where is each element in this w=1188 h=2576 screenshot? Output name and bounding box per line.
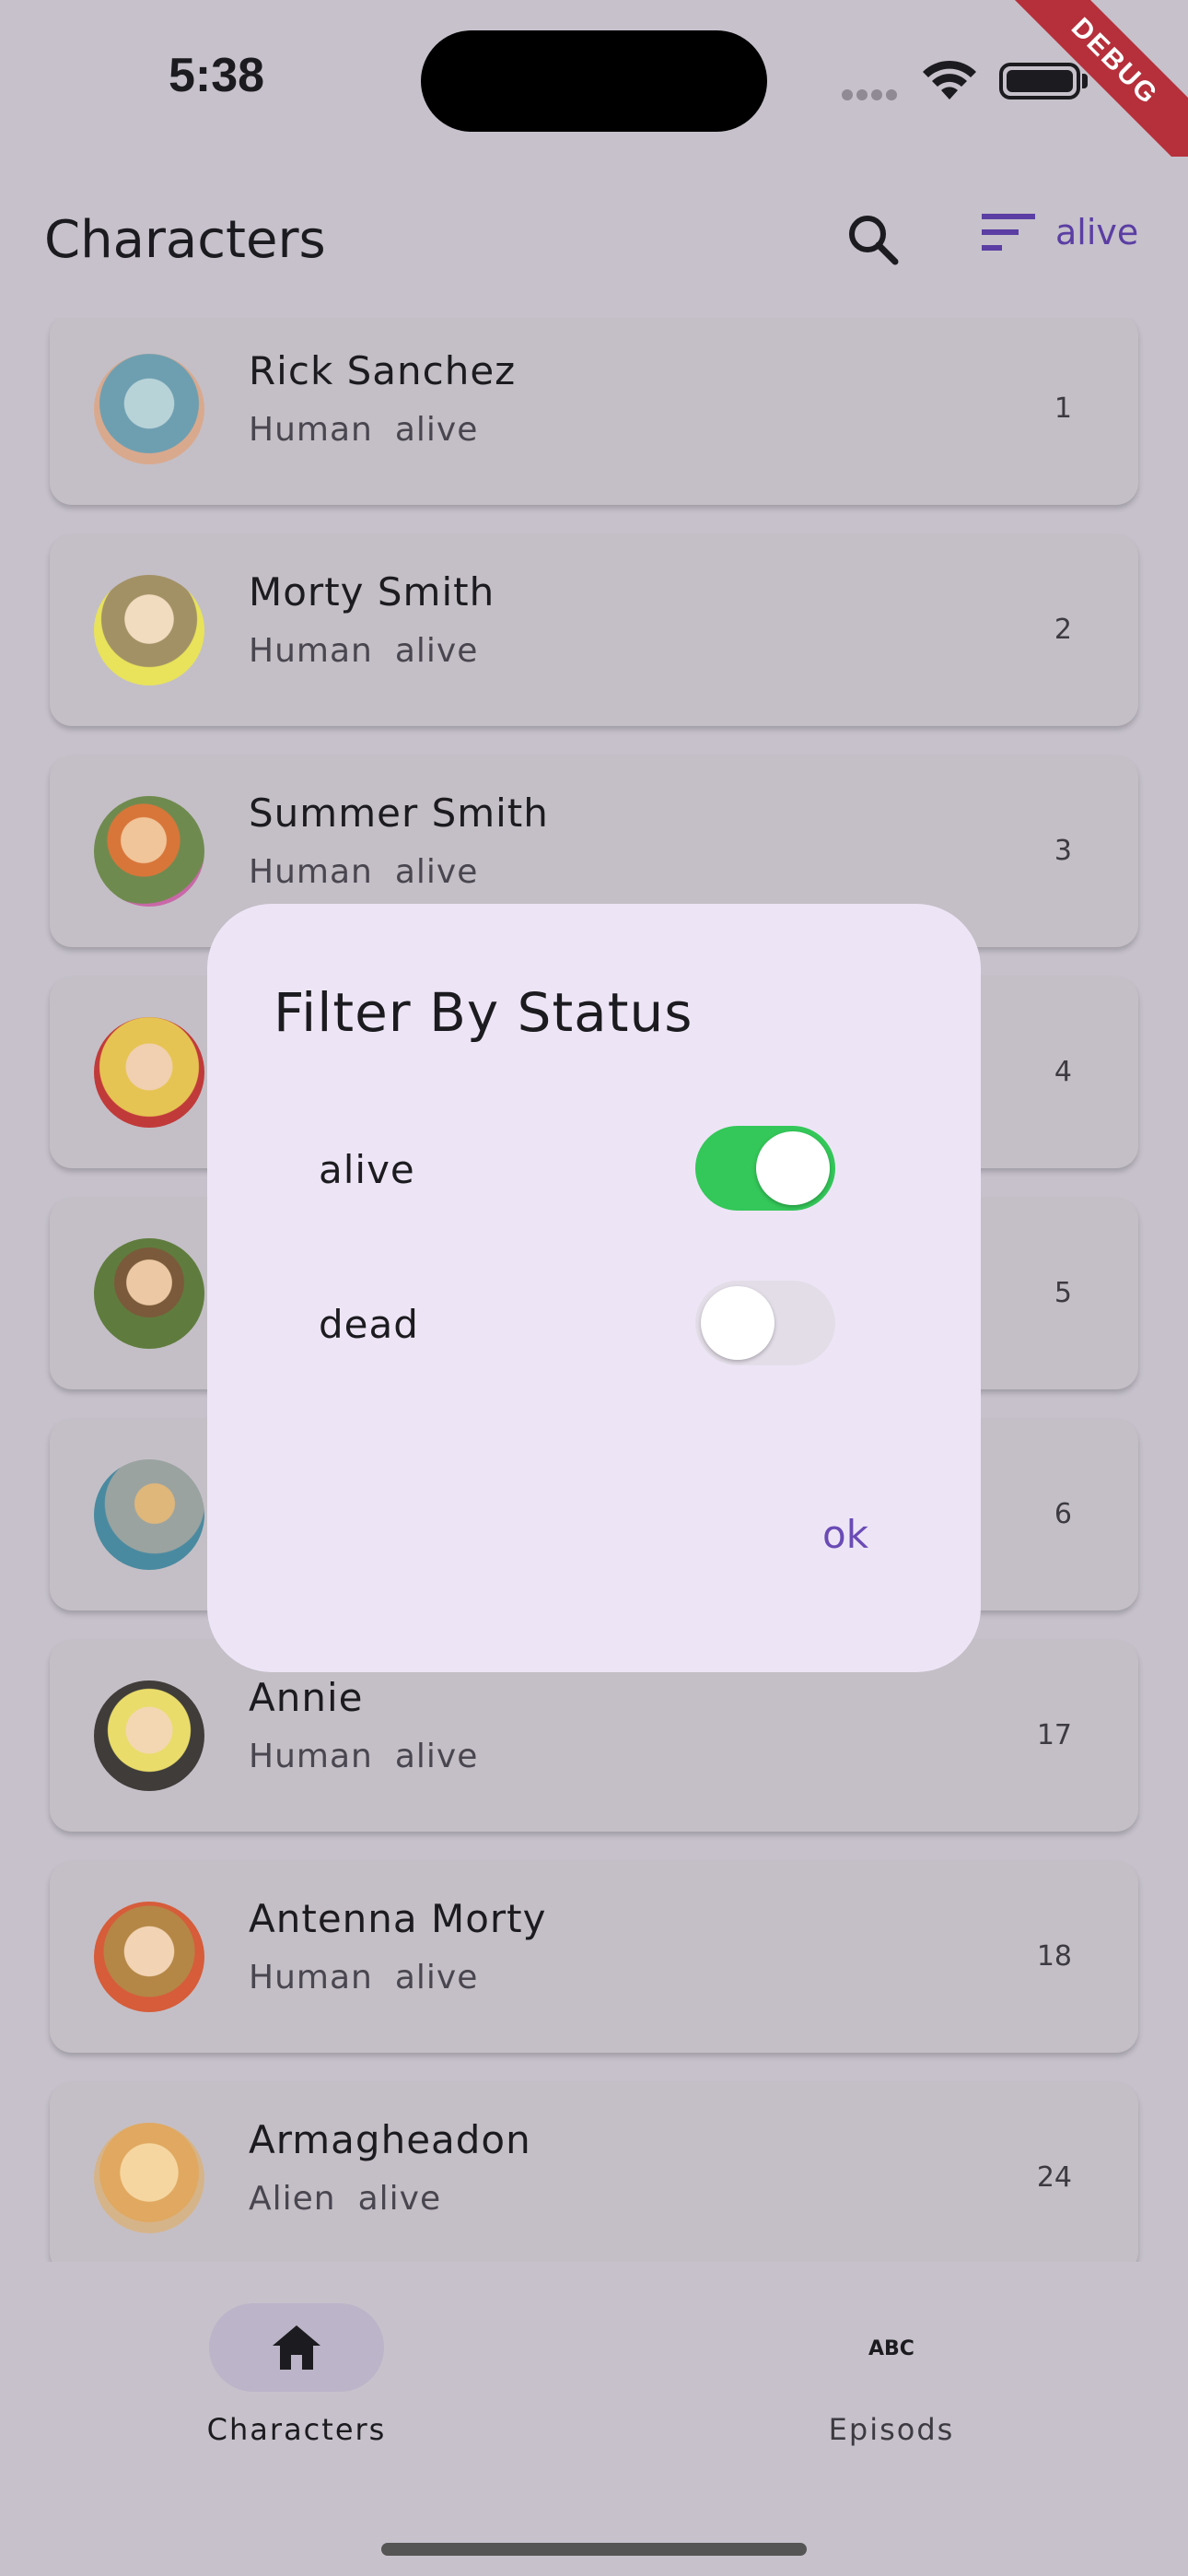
avatar xyxy=(94,2123,204,2233)
nav-label: Episods xyxy=(828,2412,955,2447)
dead-option-label: dead xyxy=(319,1302,419,1347)
character-id: 3 xyxy=(1054,835,1072,867)
character-id: 4 xyxy=(1054,1056,1072,1088)
character-id: 24 xyxy=(1036,2161,1072,2194)
character-card[interactable]: Rick Sanchez Human alive 1 xyxy=(50,318,1138,505)
dialog-title: Filter By Status xyxy=(274,981,693,1044)
search-icon xyxy=(849,216,899,265)
character-name: Summer Smith xyxy=(249,790,549,836)
character-card[interactable]: Armagheadon Alien alive 24 xyxy=(50,2082,1138,2262)
character-species: Human xyxy=(249,853,373,891)
dynamic-island xyxy=(421,30,767,132)
character-status: alive xyxy=(394,853,479,891)
character-meta: Alien alive xyxy=(249,2180,441,2218)
character-status: alive xyxy=(357,2180,442,2218)
character-meta: Human alive xyxy=(249,411,478,449)
bottom-navigation: Characters ABC Episods xyxy=(0,2262,1188,2576)
nav-label: Characters xyxy=(206,2412,387,2447)
page-title: Characters xyxy=(44,210,326,270)
avatar xyxy=(94,354,204,464)
wifi-icon xyxy=(923,60,976,100)
avatar xyxy=(94,1238,204,1349)
character-species: Human xyxy=(249,1738,373,1775)
character-status: alive xyxy=(394,1738,479,1775)
battery-icon xyxy=(999,63,1080,100)
svg-text:ABC: ABC xyxy=(868,2337,914,2360)
alive-option-label: alive xyxy=(319,1147,415,1192)
character-species: Human xyxy=(249,632,373,670)
toggle-knob xyxy=(701,1286,775,1360)
character-name: Annie xyxy=(249,1675,364,1720)
dead-toggle[interactable] xyxy=(695,1281,835,1365)
character-meta: Human alive xyxy=(249,632,478,670)
status-time: 5:38 xyxy=(169,49,265,102)
character-status: alive xyxy=(394,1959,479,1996)
character-id: 2 xyxy=(1054,614,1072,646)
cellular-signal-icon xyxy=(842,87,901,104)
character-species: Alien xyxy=(249,2180,336,2218)
app-bar: Characters alive xyxy=(0,157,1188,318)
character-id: 6 xyxy=(1054,1498,1072,1530)
character-meta: Human alive xyxy=(249,853,478,891)
character-id: 5 xyxy=(1054,1277,1072,1309)
character-species: Human xyxy=(249,1959,373,1996)
filter-status-label: alive xyxy=(1055,212,1139,252)
character-meta: Human alive xyxy=(249,1959,478,1996)
character-id: 1 xyxy=(1054,392,1072,425)
ok-button[interactable]: ok xyxy=(822,1512,868,1557)
status-bar: 5:38 DEBUG xyxy=(0,0,1188,192)
home-indicator[interactable] xyxy=(381,2543,807,2556)
nav-pill-active xyxy=(209,2303,384,2392)
avatar xyxy=(94,575,204,685)
sort-lines-icon xyxy=(982,214,1035,251)
abc-icon: ABC xyxy=(868,2337,914,2360)
avatar xyxy=(94,1017,204,1128)
character-name: Armagheadon xyxy=(249,2117,531,2162)
character-species: Human xyxy=(249,411,373,449)
avatar xyxy=(94,1459,204,1570)
character-name: Rick Sanchez xyxy=(249,348,517,393)
home-icon xyxy=(273,2325,320,2370)
filter-button[interactable]: alive xyxy=(982,212,1138,252)
toggle-knob xyxy=(756,1131,830,1205)
nav-item-episods[interactable]: ABC Episods xyxy=(716,2303,1066,2447)
character-card[interactable]: Morty Smith Human alive 2 xyxy=(50,534,1138,726)
nav-pill: ABC xyxy=(804,2303,979,2392)
character-status: alive xyxy=(394,632,479,670)
search-button[interactable] xyxy=(845,212,901,267)
nav-item-characters[interactable]: Characters xyxy=(122,2303,472,2447)
avatar xyxy=(94,1902,204,2012)
character-status: alive xyxy=(394,411,479,449)
filter-dialog: Filter By Status alive dead ok xyxy=(207,904,981,1672)
avatar xyxy=(94,1680,204,1791)
character-meta: Human alive xyxy=(249,1738,478,1775)
avatar xyxy=(94,796,204,907)
battery-tip xyxy=(1082,74,1088,88)
character-id: 17 xyxy=(1036,1719,1072,1751)
character-id: 18 xyxy=(1036,1940,1072,1973)
alive-toggle[interactable] xyxy=(695,1126,835,1211)
character-card[interactable]: Antenna Morty Human alive 18 xyxy=(50,1861,1138,2053)
character-name: Antenna Morty xyxy=(249,1896,547,1941)
character-name: Morty Smith xyxy=(249,569,495,615)
